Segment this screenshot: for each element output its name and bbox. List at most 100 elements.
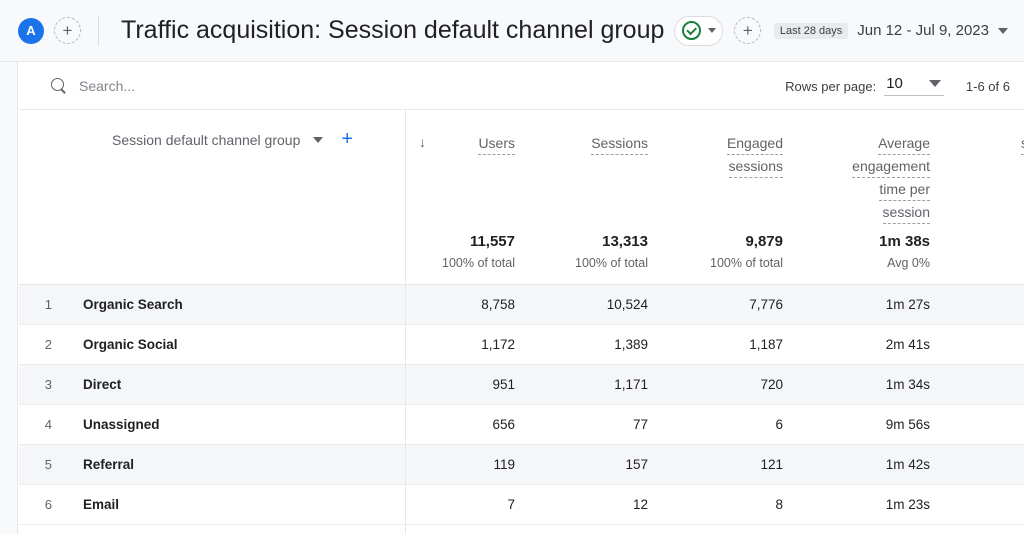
row-metrics: 656 77 6 9m 56s [405, 417, 1024, 432]
report-panel: Search... Rows per page: 10 1-6 of 6 Ses… [19, 62, 1024, 534]
cell-truncated [948, 417, 1024, 432]
chevron-down-icon[interactable] [998, 28, 1008, 34]
cell-engaged-sessions: 7,776 [666, 297, 801, 312]
summary-value: 1m 38s [879, 231, 930, 253]
left-gutter [0, 62, 18, 534]
column-header-label: time per [879, 178, 930, 201]
column-header-sessions[interactable]: Sessions [533, 110, 666, 228]
cell-avg-engagement-time: 1m 23s [801, 497, 948, 512]
cell-sessions: 77 [533, 417, 666, 432]
row-metrics: 7 12 8 1m 23s [405, 497, 1024, 512]
row-metrics: 951 1,171 720 1m 34s [405, 377, 1024, 392]
chevron-down-icon[interactable] [929, 80, 941, 87]
column-header-truncated[interactable]: s [948, 110, 1024, 228]
date-range-selector[interactable]: Last 28 days Jun 12 - Jul 9, 2023 [774, 22, 1008, 39]
row-index: 1 [19, 297, 65, 312]
app-header: A + Traffic acquisition: Session default… [0, 0, 1024, 62]
table-row[interactable]: 1 Organic Search 8,758 10,524 7,776 1m 2… [19, 285, 1024, 325]
rows-per-page-label: Rows per page: [785, 75, 876, 94]
cell-users: 7 [405, 497, 533, 512]
row-dimension: 3 Direct [19, 377, 405, 392]
row-index: 4 [19, 417, 65, 432]
summary-value: 9,879 [745, 231, 783, 253]
row-metrics: 1,172 1,389 1,187 2m 41s [405, 337, 1024, 352]
column-header-label: engagement [852, 155, 930, 178]
summary-cell-engaged-sessions: 9,879 100% of total [666, 228, 801, 284]
table-toolbar: Search... Rows per page: 10 1-6 of 6 [19, 62, 1024, 110]
cell-truncated [948, 497, 1024, 512]
table-row[interactable]: 4 Unassigned 656 77 6 9m 56s [19, 405, 1024, 445]
row-index: 6 [19, 497, 65, 512]
cell-engaged-sessions: 8 [666, 497, 801, 512]
row-metrics: 119 157 121 1m 42s [405, 457, 1024, 472]
dimension-column-header[interactable]: Session default channel group + [19, 110, 405, 228]
table-row[interactable]: 2 Organic Social 1,172 1,389 1,187 2m 41… [19, 325, 1024, 365]
dimension-header-label: Session default channel group [112, 132, 300, 148]
table-row[interactable]: 6 Email 7 12 8 1m 23s [19, 485, 1024, 525]
cell-avg-engagement-time: 9m 56s [801, 417, 948, 432]
chevron-down-icon[interactable] [708, 28, 716, 33]
column-header-label: Average [878, 132, 930, 155]
analytics-report-screen: A + Traffic acquisition: Session default… [0, 0, 1024, 534]
cell-users: 119 [405, 457, 533, 472]
search-input[interactable]: Search... [51, 78, 135, 94]
check-circle-icon [682, 21, 701, 40]
table-summary-row: 11,557 100% of total 13,313 100% of tota… [19, 228, 1024, 285]
rows-per-page-value: 10 [886, 75, 903, 92]
row-label[interactable]: Organic Search [65, 297, 183, 312]
column-header-label: Engaged [727, 132, 783, 155]
row-label[interactable]: Referral [65, 457, 134, 472]
row-label[interactable]: Unassigned [65, 417, 160, 432]
column-header-avg-engagement-time[interactable]: Average engagement time per session [801, 110, 948, 228]
cell-truncated [948, 297, 1024, 312]
add-comparison-icon[interactable]: + [54, 17, 81, 44]
row-label[interactable]: Email [65, 497, 119, 512]
table-row[interactable]: 3 Direct 951 1,171 720 1m 34s [19, 365, 1024, 405]
summary-subtext: 100% of total [710, 253, 783, 273]
row-dimension: 1 Organic Search [19, 297, 405, 312]
cell-sessions: 12 [533, 497, 666, 512]
add-dimension-icon[interactable]: + [341, 132, 353, 146]
row-index: 3 [19, 377, 65, 392]
avatar[interactable]: A [18, 18, 44, 44]
cell-sessions: 10,524 [533, 297, 666, 312]
summary-cell-avg-engagement-time: 1m 38s Avg 0% [801, 228, 948, 284]
cell-avg-engagement-time: 1m 34s [801, 377, 948, 392]
cell-sessions: 157 [533, 457, 666, 472]
cell-users: 951 [405, 377, 533, 392]
table-header-row: Session default channel group + ↓ Users … [19, 110, 1024, 228]
metric-column-headers: ↓ Users Sessions Engaged sessions Averag… [405, 110, 1024, 228]
row-metrics: 8,758 10,524 7,776 1m 27s [405, 297, 1024, 312]
cell-engaged-sessions: 6 [666, 417, 801, 432]
column-header-users[interactable]: ↓ Users [405, 110, 533, 228]
pagination-status: 1-6 of 6 [966, 75, 1010, 94]
rows-per-page-select[interactable]: 10 [884, 75, 944, 96]
cell-truncated [948, 337, 1024, 352]
page-title: Traffic acquisition: Session default cha… [121, 16, 664, 45]
row-label[interactable]: Organic Social [65, 337, 178, 352]
summary-value: 11,557 [470, 231, 515, 253]
column-header-label: sessions [729, 155, 783, 178]
summary-cell-sessions: 13,313 100% of total [533, 228, 666, 284]
cell-users: 8,758 [405, 297, 533, 312]
row-label[interactable]: Direct [65, 377, 121, 392]
summary-value: 13,313 [602, 231, 648, 253]
column-divider [405, 110, 406, 534]
cell-engaged-sessions: 121 [666, 457, 801, 472]
date-range-chip: Last 28 days [774, 23, 848, 39]
add-filter-icon[interactable]: + [734, 17, 761, 44]
column-header-engaged-sessions[interactable]: Engaged sessions [666, 110, 801, 228]
column-header-label: session [883, 201, 930, 224]
insights-status-button[interactable] [674, 16, 723, 46]
column-header-label: Users [478, 132, 515, 155]
row-dimension: 5 Referral [19, 457, 405, 472]
summary-subtext: 100% of total [442, 253, 515, 273]
summary-cell-truncated [948, 228, 1024, 284]
search-placeholder: Search... [79, 78, 135, 94]
chevron-down-icon[interactable] [313, 137, 323, 143]
row-index: 5 [19, 457, 65, 472]
header-divider [98, 16, 99, 46]
sort-descending-icon[interactable]: ↓ [419, 133, 426, 151]
table-row[interactable]: 5 Referral 119 157 121 1m 42s [19, 445, 1024, 485]
summary-subtext: 100% of total [575, 253, 648, 273]
